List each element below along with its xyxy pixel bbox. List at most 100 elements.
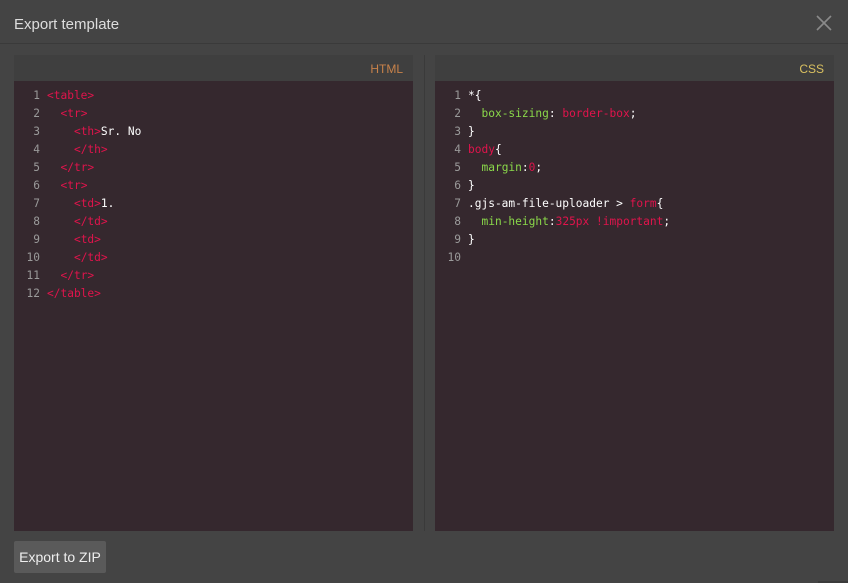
css-code-line: 1 *{: [435, 87, 834, 105]
code-token-tag: <td>: [73, 233, 101, 246]
modal-header: Export template: [0, 0, 848, 44]
code-token-tag: <table>: [47, 89, 95, 102]
line-number: 5: [33, 161, 40, 174]
panel-divider: [424, 55, 425, 531]
code-token-prop: margin: [481, 161, 522, 174]
code-token-tag: <tr>: [60, 179, 88, 192]
css-code-line: 8 min-height:325px !important;: [435, 213, 834, 231]
line-number: 2: [33, 107, 40, 120]
code-token-punc: ;: [663, 215, 671, 228]
html-code-line: 11 </tr>: [14, 267, 413, 285]
code-token-tag: <td>: [73, 197, 101, 210]
html-code-line: 3 <th>Sr. No: [14, 123, 413, 141]
css-code-line: 2 box-sizing: border-box;: [435, 105, 834, 123]
modal-title: Export template: [14, 16, 120, 33]
css-panel-label: CSS: [799, 62, 824, 76]
line-number: 4: [33, 143, 40, 156]
css-code-line: 9}: [435, 231, 834, 249]
line-number: 8: [454, 215, 461, 228]
html-code-line: 2 <tr>: [14, 105, 413, 123]
code-token-tag: form: [629, 197, 657, 210]
html-code-line: 12 </table>: [14, 285, 413, 303]
css-code-line: 7 .gjs-am-file-uploader > form{: [435, 195, 834, 213]
css-panel-header: CSS: [435, 55, 834, 81]
html-code-line: 9 <td>: [14, 231, 413, 249]
code-token-sel: *{: [468, 89, 482, 102]
css-code-line: 4 body{: [435, 141, 834, 159]
code-token-tag: </th>: [73, 143, 108, 156]
css-code-line: 6}: [435, 177, 834, 195]
code-token-prop: min-height: [481, 215, 549, 228]
css-code-line: 3}: [435, 123, 834, 141]
code-token-punc: {: [656, 197, 664, 210]
code-token-prop: box-sizing: [481, 107, 549, 120]
code-token-val: border-box: [562, 107, 630, 120]
code-token-val: 325px !important: [555, 215, 664, 228]
code-token-tag: </tr>: [60, 269, 95, 282]
css-code-line: 10: [435, 249, 834, 267]
export-zip-button[interactable]: Export to ZIP: [14, 541, 106, 573]
line-number: 2: [454, 107, 461, 120]
line-number: 1: [454, 89, 461, 102]
html-code-editor[interactable]: 1 <table> 2 <tr> 3 <th>Sr. No 4 </th> 5 </tr>…: [14, 87, 413, 303]
line-number: 3: [33, 125, 40, 138]
line-number: 7: [454, 197, 461, 210]
code-token-punc: }: [468, 179, 475, 192]
html-panel-header: HTML: [14, 55, 413, 81]
code-token-tag: <tr>: [60, 107, 88, 120]
line-number: 4: [454, 143, 461, 156]
code-token-tag: </tr>: [60, 161, 95, 174]
line-number: 7: [33, 197, 40, 210]
code-token-punc: ;: [535, 161, 543, 174]
line-number: 11: [26, 269, 40, 282]
line-number: 9: [454, 233, 461, 246]
html-panel-label: HTML: [370, 62, 403, 76]
html-code-line: 6 <tr>: [14, 177, 413, 195]
code-token-tag: </td>: [73, 251, 108, 264]
code-token-sel: .gjs-am-file-uploader >: [468, 197, 630, 210]
code-token-tag: </table>: [47, 287, 101, 300]
code-token-punc: ;: [629, 107, 637, 120]
line-number: 5: [454, 161, 461, 174]
line-number: 8: [33, 215, 40, 228]
line-number: 3: [454, 125, 461, 138]
html-code-line: 7 <td>1.: [14, 195, 413, 213]
code-token-punc: }: [468, 233, 475, 246]
close-icon[interactable]: [816, 15, 832, 31]
html-code-line: 4 </th>: [14, 141, 413, 159]
code-token-punc: }: [468, 125, 475, 138]
code-token-tag: body: [468, 143, 495, 156]
html-code-line: 10 </td>: [14, 249, 413, 267]
code-token-punc: :: [548, 107, 563, 120]
css-code-panel[interactable]: CSS 1 *{2 box-sizing: border-box; 3} 4 body{…: [435, 55, 834, 531]
css-code-editor[interactable]: 1 *{2 box-sizing: border-box; 3} 4 body{5 ma…: [435, 87, 834, 267]
line-number: 9: [33, 233, 40, 246]
html-code-line: 8 </td>: [14, 213, 413, 231]
code-token-tag: </td>: [73, 215, 108, 228]
html-code-panel[interactable]: HTML 1 <table> 2 <tr> 3 <th>Sr. No 4 </th> 5 …: [14, 55, 413, 531]
line-number: 12: [26, 287, 40, 300]
line-number: 6: [454, 179, 461, 192]
line-number: 10: [26, 251, 40, 264]
code-token-txt: Sr. No: [100, 125, 142, 138]
line-number: 10: [447, 251, 461, 264]
code-token-tag: <th>: [73, 125, 101, 138]
line-number: 6: [33, 179, 40, 192]
code-token-punc: {: [494, 143, 502, 156]
code-token-txt: 1.: [100, 197, 115, 210]
html-code-line: 1 <table>: [14, 87, 413, 105]
code-token-punc: :: [521, 161, 529, 174]
html-code-line: 5 </tr>: [14, 159, 413, 177]
